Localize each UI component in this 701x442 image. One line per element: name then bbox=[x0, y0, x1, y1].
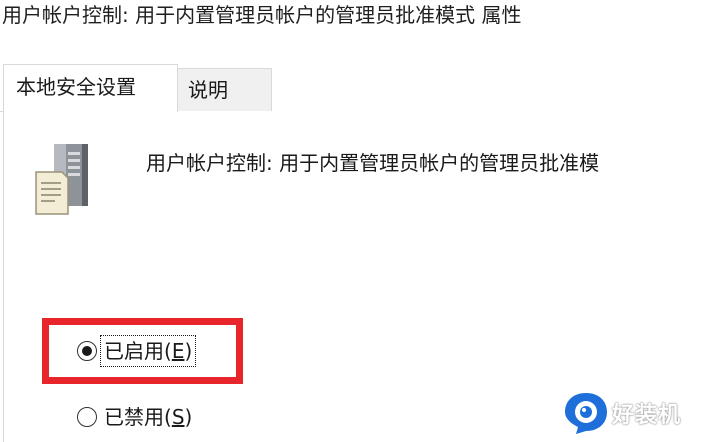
policy-description: 用户帐户控制: 用于内置管理员帐户的管理员批准模 bbox=[146, 151, 600, 175]
radio-disabled[interactable]: 已禁用(S) bbox=[72, 399, 195, 435]
window-title: 用户帐户控制: 用于内置管理员帐户的管理员批准模式 属性 bbox=[2, 3, 522, 27]
radio-disabled-mnemonic: S bbox=[171, 405, 185, 429]
radio-enabled[interactable]: 已启用(E) bbox=[72, 333, 197, 369]
radio-enabled-button[interactable] bbox=[77, 341, 97, 361]
server-document-icon bbox=[28, 140, 100, 218]
tab-local-security-setting-label: 本地安全设置 bbox=[16, 75, 136, 99]
radio-disabled-button[interactable] bbox=[77, 407, 97, 427]
radio-disabled-label[interactable]: 已禁用(S) bbox=[101, 402, 195, 432]
radio-enabled-close: ) bbox=[184, 339, 193, 363]
tab-explain-label: 说明 bbox=[188, 78, 228, 102]
radio-enabled-label[interactable]: 已启用(E) bbox=[99, 335, 197, 367]
watermark-logo-icon bbox=[562, 390, 610, 436]
radio-enabled-text: 已启用( bbox=[104, 339, 172, 363]
title-bar: 用户帐户控制: 用于内置管理员帐户的管理员批准模式 属性 bbox=[0, 0, 701, 62]
watermark-text: 好装机 bbox=[612, 403, 682, 428]
radio-disabled-close: ) bbox=[184, 405, 193, 429]
radio-enabled-mnemonic: E bbox=[171, 339, 185, 363]
radio-disabled-text: 已禁用( bbox=[104, 405, 172, 429]
tab-local-security-setting[interactable]: 本地安全设置 bbox=[3, 64, 178, 112]
tab-explain[interactable]: 说明 bbox=[177, 68, 272, 111]
watermark: 好装机 bbox=[562, 390, 701, 436]
